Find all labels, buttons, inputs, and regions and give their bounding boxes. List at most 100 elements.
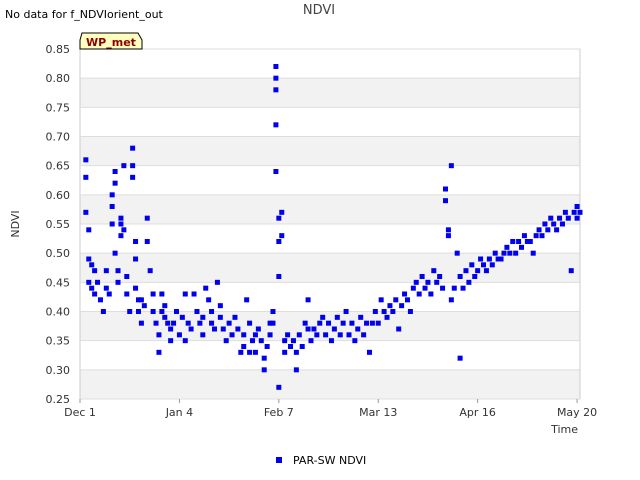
data-point <box>364 320 370 326</box>
data-point <box>121 163 127 169</box>
data-point <box>127 309 133 314</box>
data-point <box>343 309 349 314</box>
data-point <box>366 349 372 355</box>
data-point <box>276 239 282 244</box>
data-point <box>182 338 188 344</box>
data-point <box>109 192 115 198</box>
data-point <box>133 256 139 262</box>
plot-bands <box>80 78 580 399</box>
plot-band <box>80 369 580 399</box>
data-point <box>326 320 332 326</box>
data-point <box>472 274 478 279</box>
data-point <box>504 244 510 250</box>
x-axis-ticks: Dec 1 Jan 4 Feb 7 Mar 13 Apr 16 May 20 <box>64 399 597 419</box>
data-point <box>95 279 101 285</box>
data-point <box>144 239 150 244</box>
data-point <box>235 326 241 332</box>
data-point <box>232 314 238 320</box>
data-point <box>212 326 218 332</box>
data-point <box>250 338 256 344</box>
data-point <box>276 384 282 390</box>
data-point <box>349 320 355 326</box>
data-point <box>133 285 139 291</box>
data-point <box>270 320 276 326</box>
data-point <box>513 250 519 256</box>
data-point <box>103 285 109 291</box>
data-point <box>381 309 387 314</box>
data-point <box>197 320 203 326</box>
data-point <box>270 309 276 314</box>
data-point <box>252 332 258 338</box>
data-point <box>97 297 103 303</box>
data-point <box>261 367 267 373</box>
data-point <box>483 268 489 274</box>
data-point <box>475 268 481 274</box>
data-point <box>331 326 337 332</box>
data-point <box>457 355 463 361</box>
y-axis-label: NDVI <box>9 210 22 237</box>
data-point <box>551 221 557 227</box>
data-point <box>200 314 206 320</box>
data-point <box>238 349 244 355</box>
data-point <box>492 250 498 256</box>
data-point <box>571 209 577 215</box>
status-message: No data for f_NDVIorient_out <box>5 8 164 21</box>
data-point <box>203 285 209 291</box>
x-tick-label: Apr 16 <box>459 406 496 419</box>
data-point <box>133 239 139 244</box>
data-point <box>83 157 89 163</box>
plot-band <box>80 136 580 166</box>
data-point <box>173 309 179 314</box>
plot-band <box>80 78 580 108</box>
data-point <box>396 326 402 332</box>
data-point <box>171 320 177 326</box>
y-tick-label: 0.65 <box>46 160 71 173</box>
data-point <box>548 215 554 221</box>
plot-band <box>80 253 580 283</box>
data-point <box>559 221 565 227</box>
data-point <box>337 332 343 338</box>
y-tick-label: 0.25 <box>46 393 71 406</box>
data-point <box>112 169 118 174</box>
data-point <box>451 285 457 291</box>
data-point <box>267 332 273 338</box>
data-point <box>147 268 153 274</box>
data-point <box>501 250 507 256</box>
data-point <box>574 215 580 221</box>
x-tick-label: Dec 1 <box>64 406 96 419</box>
data-point <box>86 227 92 233</box>
data-point <box>445 233 451 239</box>
data-point <box>293 367 299 373</box>
y-tick-label: 0.85 <box>46 43 71 56</box>
data-point <box>206 297 212 303</box>
data-point <box>489 262 495 268</box>
data-point <box>507 250 513 256</box>
x-tick-label: Mar 13 <box>359 406 397 419</box>
data-point <box>162 303 168 309</box>
data-point <box>308 338 314 344</box>
data-point <box>109 221 115 227</box>
data-point <box>419 274 425 279</box>
data-point <box>460 285 466 291</box>
legend-label: PAR-SW NDVI <box>293 454 366 467</box>
legend-marker <box>276 457 282 463</box>
site-badge[interactable]: WP_met <box>79 32 143 50</box>
y-tick-label: 0.55 <box>46 218 71 231</box>
data-point <box>273 87 279 93</box>
data-point <box>542 221 548 227</box>
data-point <box>407 309 413 314</box>
data-point <box>261 355 267 361</box>
data-point <box>469 262 475 268</box>
data-point <box>273 169 279 174</box>
y-tick-label: 0.40 <box>46 306 71 319</box>
data-point <box>209 309 215 314</box>
data-point <box>185 320 191 326</box>
data-point <box>311 326 317 332</box>
data-point <box>214 279 220 285</box>
data-point <box>144 215 150 221</box>
data-point <box>519 244 525 250</box>
legend[interactable]: PAR-SW NDVI <box>276 454 366 467</box>
data-point <box>276 274 282 279</box>
data-point <box>437 274 443 279</box>
data-point <box>209 320 215 326</box>
